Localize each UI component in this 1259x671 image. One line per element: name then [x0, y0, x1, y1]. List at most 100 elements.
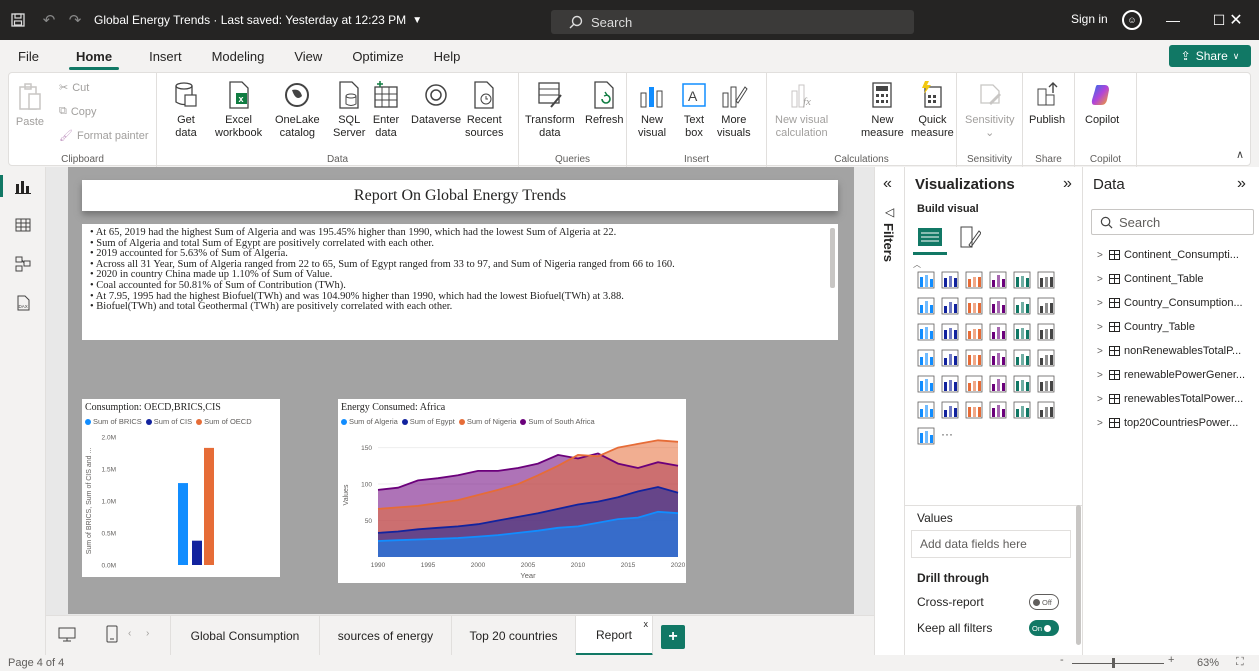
visual-type-icon[interactable]	[941, 297, 959, 315]
table-item[interactable]: > Country_Consumption...	[1097, 297, 1259, 309]
visual-type-icon[interactable]	[917, 375, 935, 393]
model-view-icon[interactable]	[13, 254, 33, 274]
visual-type-icon[interactable]	[989, 401, 1007, 419]
visual-type-icon[interactable]: ···	[941, 427, 959, 445]
transform-data-button[interactable]: Transform data	[525, 79, 575, 140]
tab-help[interactable]: Help	[419, 40, 476, 72]
report-page[interactable]: Report On Global Energy Trends • At 65, …	[68, 167, 854, 614]
sql-server-button[interactable]: SQL Server	[333, 79, 365, 140]
visual-type-icon[interactable]	[917, 427, 935, 445]
visual-type-icon[interactable]	[917, 349, 935, 367]
visual-type-icon[interactable]	[917, 323, 935, 341]
visual-type-icon[interactable]	[1013, 323, 1031, 341]
visual-type-icon[interactable]	[941, 401, 959, 419]
chevron-right-icon[interactable]: >	[1097, 274, 1105, 285]
table-view-icon[interactable]	[13, 215, 33, 235]
paste-button[interactable]: Paste	[15, 81, 45, 129]
format-visual-tab[interactable]	[959, 225, 982, 252]
minimize-button[interactable]: —	[1150, 0, 1196, 40]
report-title-card[interactable]: Report On Global Energy Trends	[82, 180, 838, 211]
visual-type-icon[interactable]	[989, 271, 1007, 289]
visual-type-icon[interactable]	[941, 375, 959, 393]
filters-pane-collapsed[interactable]: « ◁ Filters	[874, 167, 904, 655]
format-painter-button[interactable]: 🖌 Format painter	[59, 129, 149, 143]
dataverse-button[interactable]: Dataverse	[411, 79, 461, 127]
visual-type-icon[interactable]	[1037, 323, 1055, 341]
more-visuals-button[interactable]: More visuals	[717, 79, 751, 140]
narrative-scrollbar[interactable]	[830, 228, 835, 288]
zoom-out-icon[interactable]: -	[1060, 654, 1064, 666]
cut-button[interactable]: ✂ Cut	[59, 81, 89, 95]
collapse-ribbon-icon[interactable]: ∧	[1236, 148, 1244, 161]
visual-type-icon[interactable]	[917, 297, 935, 315]
visual-type-icon[interactable]	[989, 323, 1007, 341]
prev-page-icon[interactable]: ‹	[128, 628, 131, 639]
fit-to-page-icon[interactable]: ⛶	[1236, 656, 1244, 669]
keep-all-filters-toggle[interactable]: On	[1029, 620, 1059, 636]
chevron-right-icon[interactable]: >	[1097, 298, 1105, 309]
tab-modeling[interactable]: Modeling	[197, 40, 280, 72]
enter-data-button[interactable]: Enter data	[371, 79, 401, 140]
viz-pane-scrollbar[interactable]	[1076, 505, 1081, 645]
document-title[interactable]: Global Energy Trends · Last saved: Yeste…	[94, 13, 406, 27]
page-tab-report[interactable]: Report x	[576, 616, 653, 656]
visual-type-icon[interactable]	[1037, 297, 1055, 315]
visual-type-icon[interactable]	[965, 401, 983, 419]
close-button[interactable]: ✕	[1213, 0, 1259, 40]
visual-type-icon[interactable]	[917, 271, 935, 289]
visual-type-icon[interactable]	[1037, 271, 1055, 289]
table-item[interactable]: > Country_Table	[1097, 321, 1259, 333]
tab-home[interactable]: Home	[54, 40, 134, 72]
cross-report-toggle[interactable]: Off	[1029, 594, 1059, 610]
visual-type-icon[interactable]	[1037, 375, 1055, 393]
visual-type-icon[interactable]	[1037, 401, 1055, 419]
refresh-button[interactable]: Refresh	[585, 79, 624, 127]
expand-icon[interactable]: »	[1063, 175, 1072, 193]
dax-query-view-icon[interactable]: DAX	[13, 293, 33, 313]
smart-narrative[interactable]: • At 65, 2019 had the highest Sum of Alg…	[82, 224, 838, 340]
visual-type-icon[interactable]	[965, 375, 983, 393]
close-icon[interactable]: x	[644, 619, 649, 629]
recent-sources-button[interactable]: Recent sources	[465, 79, 504, 140]
visual-type-icon[interactable]	[941, 349, 959, 367]
table-item[interactable]: > renewablesTotalPower...	[1097, 393, 1259, 405]
add-page-button[interactable]: +	[661, 625, 685, 649]
visual-type-icon[interactable]	[1037, 349, 1055, 367]
page-tab-global-consumption[interactable]: Global Consumption	[170, 616, 320, 656]
visual-type-icon[interactable]	[1013, 349, 1031, 367]
expand-icon[interactable]: »	[1237, 175, 1246, 193]
visual-type-icon[interactable]	[965, 349, 983, 367]
visual-type-icon[interactable]	[917, 401, 935, 419]
account-icon[interactable]: ☺	[1122, 10, 1142, 30]
share-button[interactable]: ⇪ Share ∨	[1169, 45, 1251, 67]
next-page-icon[interactable]: ›	[146, 628, 149, 639]
visual-type-icon[interactable]	[965, 297, 983, 315]
africa-area-chart[interactable]: Energy Consumed: Africa Sum of Algeria S…	[338, 399, 686, 583]
search-input[interactable]: Search	[551, 10, 914, 34]
visual-type-icon[interactable]	[989, 297, 1007, 315]
tab-insert[interactable]: Insert	[134, 40, 197, 72]
excel-workbook-button[interactable]: x Excel workbook	[215, 79, 262, 140]
table-item[interactable]: > Continent_Consumpti...	[1097, 249, 1259, 261]
chevron-down-icon[interactable]: ▼	[412, 15, 422, 26]
redo-icon[interactable]: ↷	[62, 0, 88, 40]
onelake-catalog-button[interactable]: OneLake catalog	[275, 79, 320, 140]
tab-file[interactable]: File	[0, 40, 54, 72]
tab-view[interactable]: View	[279, 40, 337, 72]
tab-optimize[interactable]: Optimize	[337, 40, 418, 72]
chevron-right-icon[interactable]: >	[1097, 346, 1105, 357]
visual-type-icon[interactable]	[941, 323, 959, 341]
save-icon[interactable]	[0, 0, 36, 40]
zoom-slider[interactable]: - +	[1060, 654, 1180, 670]
data-search-input[interactable]: Search	[1091, 209, 1254, 235]
new-visual-button[interactable]: New visual	[637, 79, 667, 140]
values-drop-zone[interactable]: Add data fields here	[911, 530, 1071, 558]
visual-type-icon[interactable]	[1013, 375, 1031, 393]
chevron-right-icon[interactable]: >	[1097, 322, 1105, 333]
publish-button[interactable]: Publish	[1029, 79, 1065, 127]
table-item[interactable]: > Continent_Table	[1097, 273, 1259, 285]
mobile-layout-icon[interactable]	[106, 625, 118, 646]
page-tab-top-20-countries[interactable]: Top 20 countries	[452, 616, 576, 656]
zoom-level[interactable]: 63%	[1197, 657, 1219, 669]
chevron-right-icon[interactable]: >	[1097, 418, 1105, 429]
